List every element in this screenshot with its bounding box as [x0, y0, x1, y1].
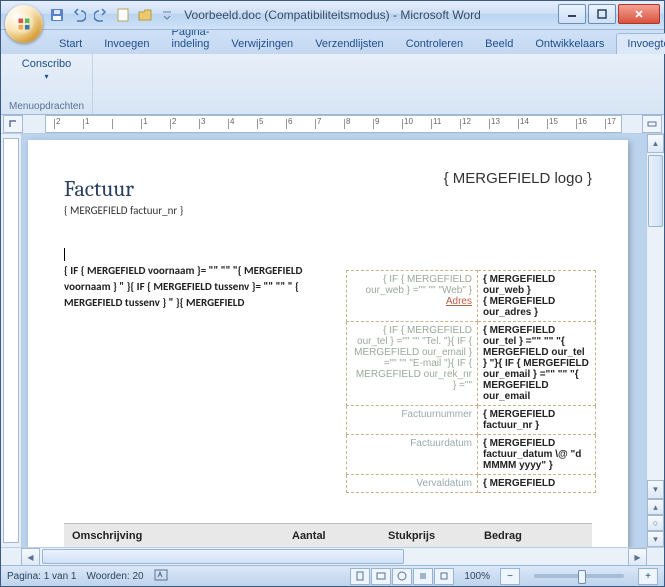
- cell-contact-value: { MERGEFIELD our_tel } ="" "" "{ MERGEFI…: [478, 322, 596, 406]
- minimize-button[interactable]: [558, 4, 586, 24]
- zoom-slider-knob[interactable]: [578, 570, 586, 584]
- scroll-thumb[interactable]: [648, 155, 663, 227]
- fullscreen-reading-view-button[interactable]: [371, 568, 391, 585]
- maximize-button[interactable]: [588, 4, 616, 24]
- text-cursor: [64, 248, 65, 261]
- chevron-down-icon: ▾: [45, 72, 49, 81]
- zoom-in-button[interactable]: +: [638, 568, 658, 585]
- browse-object-button[interactable]: ○: [647, 515, 664, 531]
- print-layout-view-button[interactable]: [350, 568, 370, 585]
- tab-controleren[interactable]: Controleren: [396, 34, 473, 54]
- office-button[interactable]: [5, 5, 43, 43]
- titlebar: Voorbeeld.doc (Compatibiliteitsmodus) - …: [1, 1, 664, 30]
- vertical-scrollbar[interactable]: ▲ ▼ ▴ ○ ▾: [646, 134, 664, 547]
- draft-view-button[interactable]: [434, 568, 454, 585]
- redo-icon[interactable]: [93, 7, 109, 23]
- zoom-out-button[interactable]: −: [500, 568, 520, 585]
- new-icon[interactable]: [115, 7, 131, 23]
- cell-adres-label: Adres: [446, 296, 472, 307]
- line-items-table: Omschrijving Aantal Stukprijs Bedrag { M…: [64, 523, 592, 547]
- ribbon-group-label: Menuopdrachten: [9, 101, 84, 112]
- tab-verwijzingen[interactable]: Verwijzingen: [221, 34, 303, 54]
- tab-selector-button[interactable]: [3, 115, 23, 133]
- cell-factuurdatum-label: Factuurdatum: [347, 435, 478, 475]
- cell-factuurnummer-label: Factuurnummer: [347, 406, 478, 435]
- page-viewport[interactable]: { MERGEFIELD logo } Factuur { MERGEFIELD…: [22, 134, 646, 547]
- save-icon[interactable]: [49, 7, 65, 23]
- vertical-ruler[interactable]: [1, 134, 22, 547]
- col-stukprijs: Stukprijs: [380, 523, 476, 547]
- cell-vervaldatum-label: Vervaldatum: [347, 475, 478, 493]
- tab-invoegtoepassingen[interactable]: Invoegtoepassingen: [616, 33, 665, 54]
- scroll-down-button[interactable]: ▼: [647, 480, 664, 499]
- scroll-track-h[interactable]: [40, 548, 628, 565]
- status-language-icon[interactable]: [154, 569, 168, 584]
- qat-dropdown-icon[interactable]: [159, 7, 175, 23]
- scroll-thumb-h[interactable]: [42, 549, 404, 564]
- view-buttons: [350, 568, 454, 585]
- outline-view-button[interactable]: [413, 568, 433, 585]
- col-omschrijving: Omschrijving: [64, 523, 284, 547]
- zoom-slider[interactable]: [534, 574, 624, 578]
- word-window: Voorbeeld.doc (Compatibiliteitsmodus) - …: [0, 0, 665, 587]
- tab-ontwikkelaars[interactable]: Ontwikkelaars: [525, 34, 614, 54]
- ruler-toggle-button[interactable]: [642, 115, 662, 133]
- next-page-button[interactable]: ▾: [647, 531, 664, 547]
- cell-contact-label: { IF { MERGEFIELD our_tel } ="" "" "Tel.…: [354, 325, 472, 391]
- horizontal-ruler[interactable]: 21123456789101112131415161718: [45, 115, 622, 133]
- undo-icon[interactable]: [71, 7, 87, 23]
- conscribo-button[interactable]: Conscribo ▾: [9, 58, 84, 81]
- cell-factuurdatum-value: { MERGEFIELD factuur_datum \@ "d MMMM yy…: [478, 435, 596, 475]
- logo-mergefield: { MERGEFIELD logo }: [444, 170, 592, 187]
- table-header-row: Omschrijving Aantal Stukprijs Bedrag: [64, 523, 592, 547]
- cell-vervaldatum-value: { MERGEFIELD: [478, 475, 596, 493]
- cell-web-label: { IF { MERGEFIELD our_web } ="" "" "Web"…: [366, 274, 472, 296]
- conscribo-label: Conscribo: [22, 58, 72, 70]
- quick-access-toolbar: [49, 7, 175, 23]
- cell-factuurnummer-value: { MERGEFIELD factuur_nr }: [478, 406, 596, 435]
- document-page: { MERGEFIELD logo } Factuur { MERGEFIELD…: [28, 140, 628, 547]
- cell-adres-value: { MERGEFIELD our_adres }: [483, 296, 555, 318]
- open-icon[interactable]: [137, 7, 153, 23]
- recipient-block: { IF { MERGEFIELD voornaam }= "" "" "{ M…: [64, 247, 304, 311]
- previous-page-button[interactable]: ▴: [647, 499, 664, 515]
- tab-beeld[interactable]: Beeld: [475, 34, 523, 54]
- zoom-level[interactable]: 100%: [464, 571, 490, 582]
- col-aantal: Aantal: [284, 523, 380, 547]
- col-bedrag: Bedrag: [476, 523, 592, 547]
- web-layout-view-button[interactable]: [392, 568, 412, 585]
- scroll-up-button[interactable]: ▲: [647, 134, 664, 153]
- ribbon-tabs: Start Invoegen Pagina-indeling Verwijzin…: [1, 30, 664, 54]
- statusbar: Pagina: 1 van 1 Woorden: 20 100% − +: [1, 565, 664, 586]
- close-button[interactable]: [618, 4, 660, 24]
- document-area: { MERGEFIELD logo } Factuur { MERGEFIELD…: [1, 134, 664, 547]
- recipient-mergefield-text: { IF { MERGEFIELD voornaam }= "" "" "{ M…: [64, 264, 302, 309]
- horizontal-ruler-row: 21123456789101112131415161718: [1, 115, 664, 134]
- scroll-track[interactable]: [647, 153, 664, 480]
- status-words[interactable]: Woorden: 20: [87, 571, 144, 582]
- cell-web-value: { MERGEFIELD our_web }: [483, 274, 555, 296]
- sender-info-table: { IF { MERGEFIELD our_web } ="" "" "Web"…: [346, 270, 596, 493]
- ribbon-group-menuopdrachten: Conscribo ▾ Menuopdrachten: [1, 54, 93, 114]
- status-page[interactable]: Pagina: 1 van 1: [7, 571, 77, 582]
- tab-verzendlijsten[interactable]: Verzendlijsten: [305, 34, 394, 54]
- invoice-number-field: { MERGEFIELD factuur_nr }: [64, 204, 592, 217]
- tab-invoegen[interactable]: Invoegen: [94, 34, 159, 54]
- horizontal-scrollbar[interactable]: ◀ ▶: [1, 547, 664, 565]
- tab-start[interactable]: Start: [49, 34, 92, 54]
- ribbon: Conscribo ▾ Menuopdrachten: [1, 54, 664, 115]
